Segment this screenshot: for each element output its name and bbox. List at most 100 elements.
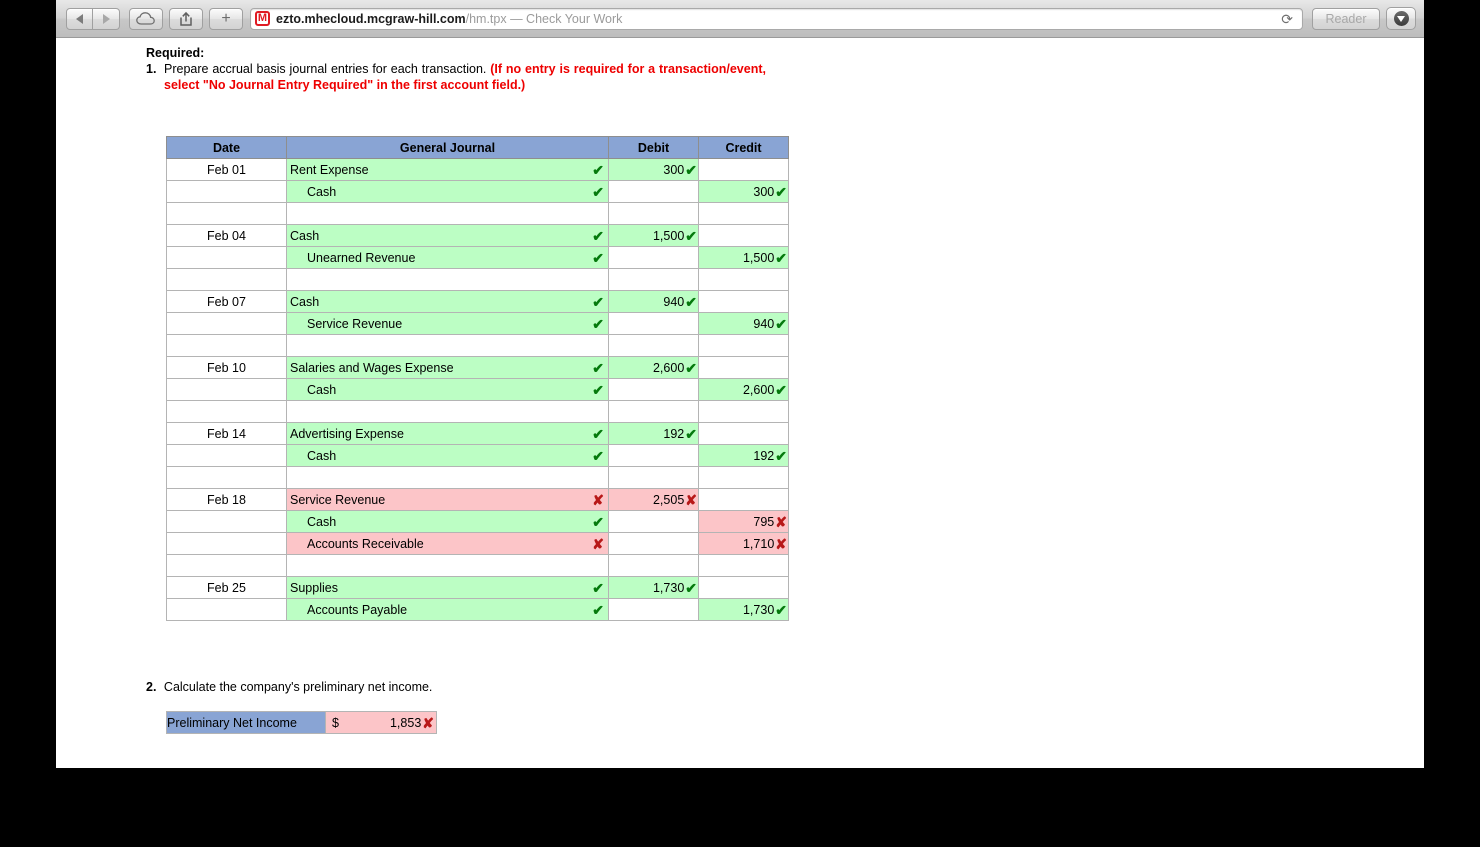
reader-button[interactable]: Reader [1312,7,1380,30]
account-cell[interactable]: Salaries and Wages Expense ✔ [286,356,609,379]
date-cell[interactable] [166,532,287,555]
net-income-value-cell[interactable]: $ 1,853 ✘ [325,711,437,734]
instruction-2-number: 2. [146,680,157,694]
column-header-general-journal: General Journal [286,136,609,159]
date-cell[interactable] [166,378,287,401]
forward-button[interactable] [93,7,120,30]
credit-cell[interactable]: 940 ✔ [698,312,789,335]
journal-table-body: Feb 01 Rent Expense ✔ 300 ✔ Cash ✔ 300 ✔ Feb 04 Ca… [166,158,789,621]
icloud-tabs-button[interactable] [129,7,163,30]
account-cell[interactable]: Cash ✔ [286,510,609,533]
correct-mark-icon: ✔ [685,425,697,442]
instruction-text: Prepare accrual basis journal entries fo… [164,62,766,93]
account-cell[interactable]: Service Revenue ✔ [286,312,609,335]
account-cell[interactable]: Cash ✔ [286,180,609,203]
account-cell[interactable]: Service Revenue ✘ [286,488,609,511]
credit-cell[interactable] [698,488,789,511]
debit-cell[interactable] [608,444,699,467]
back-button[interactable] [66,7,93,30]
journal-spacer-cell [608,466,699,489]
new-tab-button[interactable]: + [209,7,243,30]
debit-cell[interactable] [608,246,699,269]
incorrect-mark-icon: ✘ [775,535,787,552]
date-cell[interactable]: Feb 14 [166,422,287,445]
debit-cell[interactable] [608,378,699,401]
credit-cell[interactable]: 192 ✔ [698,444,789,467]
account-name: Cash [290,228,320,243]
journal-spacer-cell [608,400,699,423]
credit-amount: 1,500 [742,250,775,265]
account-cell[interactable]: Cash ✔ [286,224,609,247]
date-cell[interactable] [166,444,287,467]
journal-spacer-cell [608,334,699,357]
date-cell[interactable] [166,312,287,335]
journal-spacer-row [166,202,789,225]
correct-mark-icon: ✔ [592,249,604,266]
date-cell[interactable]: Feb 25 [166,576,287,599]
date-cell[interactable]: Feb 04 [166,224,287,247]
address-bar[interactable]: M ezto.mhecloud.mcgraw-hill.com /hm.tpx … [250,7,1303,30]
reload-icon[interactable]: ⟳ [1278,12,1296,26]
journal-table-head: Date General Journal Debit Credit [166,136,789,159]
date-cell[interactable]: Feb 01 [166,158,287,181]
currency-symbol: $ [332,715,339,730]
debit-cell[interactable] [608,598,699,621]
correct-mark-icon: ✔ [685,359,697,376]
table-row: Feb 18 Service Revenue ✘ 2,505 ✘ [166,488,789,511]
credit-cell[interactable] [698,158,789,181]
debit-cell[interactable]: 940 ✔ [608,290,699,313]
account-cell[interactable]: Accounts Payable ✔ [286,598,609,621]
instruction-black-text: Prepare accrual basis journal entries fo… [164,62,487,76]
debit-cell[interactable] [608,532,699,555]
credit-cell[interactable]: 300 ✔ [698,180,789,203]
credit-cell[interactable]: 1,500 ✔ [698,246,789,269]
account-name: Supplies [290,580,338,595]
credit-cell[interactable] [698,224,789,247]
debit-cell[interactable]: 1,500 ✔ [608,224,699,247]
account-cell[interactable]: Supplies ✔ [286,576,609,599]
account-cell[interactable]: Cash ✔ [286,444,609,467]
table-row: Accounts Payable ✔ 1,730 ✔ [166,598,789,621]
debit-cell[interactable]: 192 ✔ [608,422,699,445]
correct-mark-icon: ✔ [592,183,604,200]
column-header-date: Date [166,136,287,159]
debit-amount: 1,500 [652,228,685,243]
credit-cell[interactable] [698,356,789,379]
date-cell[interactable] [166,180,287,203]
debit-cell[interactable]: 1,730 ✔ [608,576,699,599]
table-row: Cash ✔ 192 ✔ [166,444,789,467]
debit-cell[interactable] [608,510,699,533]
credit-cell[interactable]: 1,730 ✔ [698,598,789,621]
downloads-button[interactable] [1386,7,1416,30]
debit-cell[interactable]: 300 ✔ [608,158,699,181]
credit-cell[interactable]: 2,600 ✔ [698,378,789,401]
credit-cell[interactable] [698,290,789,313]
download-icon [1393,11,1409,26]
date-cell[interactable]: Feb 18 [166,488,287,511]
date-cell[interactable]: Feb 10 [166,356,287,379]
journal-spacer-cell [166,400,287,423]
debit-cell[interactable]: 2,505 ✘ [608,488,699,511]
account-cell[interactable]: Accounts Receivable ✘ [286,532,609,555]
credit-cell[interactable] [698,422,789,445]
journal-spacer-cell [166,334,287,357]
date-cell[interactable] [166,598,287,621]
journal-spacer-row [166,466,789,489]
date-cell[interactable] [166,246,287,269]
credit-cell[interactable] [698,576,789,599]
account-cell[interactable]: Unearned Revenue ✔ [286,246,609,269]
account-cell[interactable]: Rent Expense ✔ [286,158,609,181]
account-cell[interactable]: Advertising Expense ✔ [286,422,609,445]
debit-cell[interactable] [608,312,699,335]
credit-amount: 940 [753,316,775,331]
credit-cell[interactable]: 795 ✘ [698,510,789,533]
account-cell[interactable]: Cash ✔ [286,378,609,401]
journal-spacer-cell [286,466,609,489]
credit-cell[interactable]: 1,710 ✘ [698,532,789,555]
date-cell[interactable] [166,510,287,533]
share-button[interactable] [169,7,203,30]
debit-cell[interactable] [608,180,699,203]
account-cell[interactable]: Cash ✔ [286,290,609,313]
date-cell[interactable]: Feb 07 [166,290,287,313]
debit-cell[interactable]: 2,600 ✔ [608,356,699,379]
